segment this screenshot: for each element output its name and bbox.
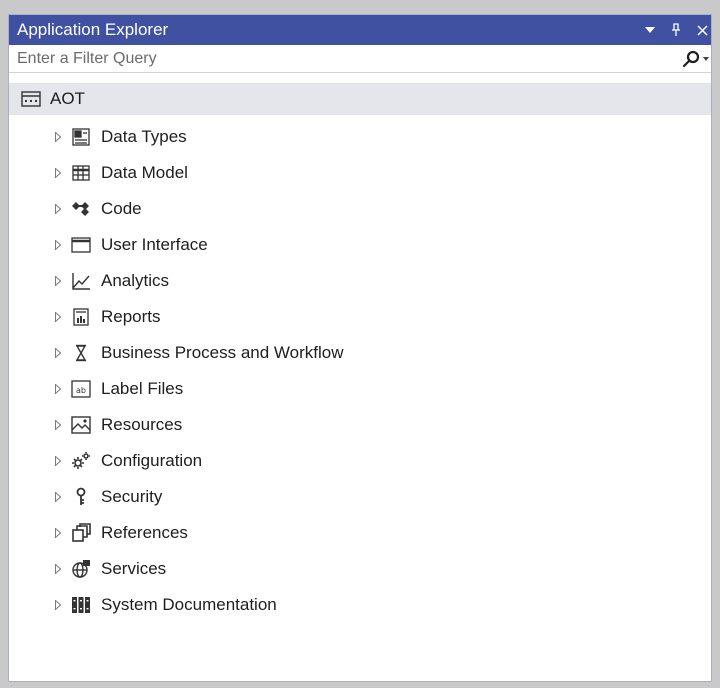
tree-item-label: Resources (101, 415, 183, 434)
tree-item-configuration[interactable]: Configuration (9, 443, 711, 479)
services-icon (70, 558, 92, 580)
documentation-icon (70, 594, 92, 616)
expand-arrow-icon[interactable] (55, 167, 65, 179)
tree-item-label: Code (101, 199, 142, 218)
tree-item-code[interactable]: Code (9, 191, 711, 227)
tree-item-label: Reports (101, 307, 161, 326)
tree-item-system-documentation[interactable]: System Documentation (9, 587, 711, 623)
filter-query-input[interactable] (17, 49, 671, 68)
key-icon (70, 486, 92, 508)
expand-arrow-icon[interactable] (55, 599, 65, 611)
tree-item-resources[interactable]: Resources (9, 407, 711, 443)
expand-arrow-icon[interactable] (55, 131, 65, 143)
tree-item-label: Security (101, 487, 163, 506)
search-icon (682, 50, 700, 67)
tree-item-analytics[interactable]: Analytics (9, 263, 711, 299)
expand-arrow-icon[interactable] (55, 419, 65, 431)
tree-item-business-process[interactable]: Business Process and Workflow (9, 335, 711, 371)
tree-item-label: Data Model (101, 163, 188, 182)
tree-item-security[interactable]: Security (9, 479, 711, 515)
expand-arrow-icon[interactable] (55, 347, 65, 359)
code-icon (70, 198, 92, 220)
title-bar: Application Explorer (9, 15, 711, 45)
tree-root-label: AOT (50, 89, 85, 108)
tree-item-label: Data Types (101, 127, 187, 146)
tree-root-aot[interactable]: AOT (9, 83, 711, 115)
label-files-icon: ab (70, 378, 92, 400)
close-icon (696, 24, 708, 36)
filter-bar (9, 45, 711, 73)
resources-icon (70, 414, 92, 436)
user-interface-icon (70, 234, 92, 256)
tree-item-label: Services (101, 559, 167, 578)
tree-item-label-files[interactable]: ab Label Files (9, 371, 711, 407)
expand-arrow-icon[interactable] (55, 563, 65, 575)
expand-arrow-icon[interactable] (55, 239, 65, 251)
tree-item-label: System Documentation (101, 595, 277, 614)
configuration-icon (70, 450, 92, 472)
chevron-down-icon (645, 27, 655, 33)
dropdown-menu-button[interactable] (643, 22, 657, 38)
pin-icon (672, 23, 680, 36)
data-model-icon (70, 162, 92, 184)
tree-item-reports[interactable]: Reports (9, 299, 711, 335)
window-title: Application Explorer (17, 20, 169, 39)
aot-icon (21, 91, 41, 107)
tree-item-data-model[interactable]: Data Model (9, 155, 711, 191)
tree-item-label: Business Process and Workflow (101, 343, 344, 362)
tree-item-references[interactable]: References (9, 515, 711, 551)
expand-arrow-icon[interactable] (55, 455, 65, 467)
close-button[interactable] (695, 22, 709, 38)
analytics-icon (70, 270, 92, 292)
tree-item-label: Analytics (101, 271, 170, 290)
data-types-icon (70, 126, 92, 148)
expand-arrow-icon[interactable] (55, 383, 65, 395)
pin-button[interactable] (669, 22, 683, 38)
expand-arrow-icon[interactable] (55, 311, 65, 323)
tree-item-user-interface[interactable]: User Interface (9, 227, 711, 263)
tree-item-data-types[interactable]: Data Types (9, 119, 711, 155)
application-explorer-window: Application Explorer AOT (8, 14, 712, 682)
tree-item-services[interactable]: Services (9, 551, 711, 587)
aot-tree: Data Types Data Model Code User Interfac… (9, 115, 711, 623)
expand-arrow-icon[interactable] (55, 527, 65, 539)
chevron-down-icon (703, 56, 709, 61)
search-button[interactable] (671, 45, 711, 72)
title-bar-buttons (643, 22, 711, 38)
expand-arrow-icon[interactable] (55, 275, 65, 287)
tree-item-label: Configuration (101, 451, 203, 470)
expand-arrow-icon[interactable] (55, 491, 65, 503)
tree-item-label: User Interface (101, 235, 208, 254)
reports-icon (70, 306, 92, 328)
hourglass-icon (70, 342, 92, 364)
tree-item-label: Label Files (101, 379, 184, 398)
references-icon (70, 522, 92, 544)
tree-item-label: References (101, 523, 188, 542)
svg-text:ab: ab (76, 386, 86, 395)
expand-arrow-icon[interactable] (55, 203, 65, 215)
